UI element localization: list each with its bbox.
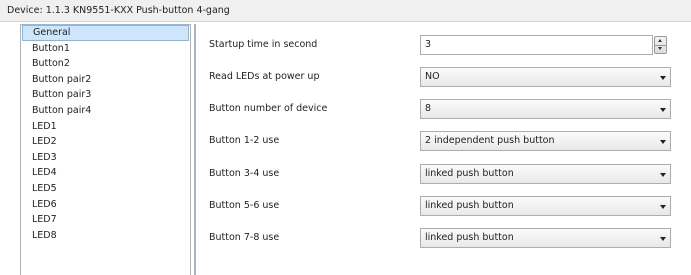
- sidebar-item-general[interactable]: General: [22, 25, 189, 41]
- sidebar-item-led5[interactable]: LED5: [21, 181, 190, 197]
- button-number-label: Button number of device: [209, 103, 328, 114]
- button-number-select[interactable]: 8: [420, 99, 671, 119]
- button-number-value: 8: [425, 103, 432, 114]
- sidebar-item-led1[interactable]: LED1: [21, 119, 190, 135]
- chevron-down-icon: [660, 237, 666, 241]
- sidebar-item-led7[interactable]: LED7: [21, 212, 190, 228]
- button-7-8-use-select[interactable]: linked push button: [420, 228, 671, 248]
- sidebar-item-button-pair2[interactable]: Button pair2: [21, 72, 190, 88]
- sidebar-item-led6[interactable]: LED6: [21, 197, 190, 213]
- window-title: Device: 1.1.3 KN9551-KXX Push-button 4-g…: [0, 0, 691, 22]
- button-3-4-use-select[interactable]: linked push button: [420, 164, 671, 184]
- sidebar-item-led3[interactable]: LED3: [21, 150, 190, 166]
- spin-up-icon: [658, 39, 662, 42]
- chevron-down-icon: [660, 205, 666, 209]
- startup-time-input[interactable]: 3: [420, 35, 653, 55]
- button-1-2-use-select[interactable]: 2 independent push button: [420, 131, 671, 151]
- button-1-2-use-label: Button 1-2 use: [209, 135, 280, 146]
- sidebar-item-led8[interactable]: LED8: [21, 228, 190, 244]
- sidebar-item-led4[interactable]: LED4: [21, 165, 190, 181]
- sidebar: General Button1 Button2 Button pair2 But…: [20, 24, 191, 275]
- sidebar-item-button1[interactable]: Button1: [21, 41, 190, 57]
- chevron-down-icon: [660, 108, 666, 112]
- read-leds-label: Read LEDs at power up: [209, 71, 320, 82]
- startup-time-label: Startup time in second: [209, 39, 318, 50]
- startup-time-value: 3: [425, 39, 432, 50]
- button-5-6-use-label: Button 5-6 use: [209, 200, 280, 211]
- spin-down-icon: [658, 47, 662, 50]
- button-3-4-use-label: Button 3-4 use: [209, 168, 280, 179]
- sidebar-item-button-pair4[interactable]: Button pair4: [21, 103, 190, 119]
- button-1-2-use-value: 2 independent push button: [425, 135, 555, 146]
- chevron-down-icon: [660, 173, 666, 177]
- sidebar-item-button-pair3[interactable]: Button pair3: [21, 87, 190, 103]
- sidebar-item-button2[interactable]: Button2: [21, 56, 190, 72]
- spin-down-button[interactable]: [655, 45, 666, 53]
- button-7-8-use-value: linked push button: [425, 232, 514, 243]
- parameter-panel: Startup time in second 3 Read LEDs at po…: [194, 24, 691, 275]
- button-5-6-use-select[interactable]: linked push button: [420, 196, 671, 216]
- read-leds-value: NO: [425, 71, 440, 82]
- chevron-down-icon: [660, 140, 666, 144]
- startup-time-spinner[interactable]: [654, 36, 667, 54]
- chevron-down-icon: [660, 76, 666, 80]
- read-leds-select[interactable]: NO: [420, 67, 671, 87]
- button-3-4-use-value: linked push button: [425, 168, 514, 179]
- button-7-8-use-label: Button 7-8 use: [209, 232, 280, 243]
- sidebar-item-led2[interactable]: LED2: [21, 134, 190, 150]
- button-5-6-use-value: linked push button: [425, 200, 514, 211]
